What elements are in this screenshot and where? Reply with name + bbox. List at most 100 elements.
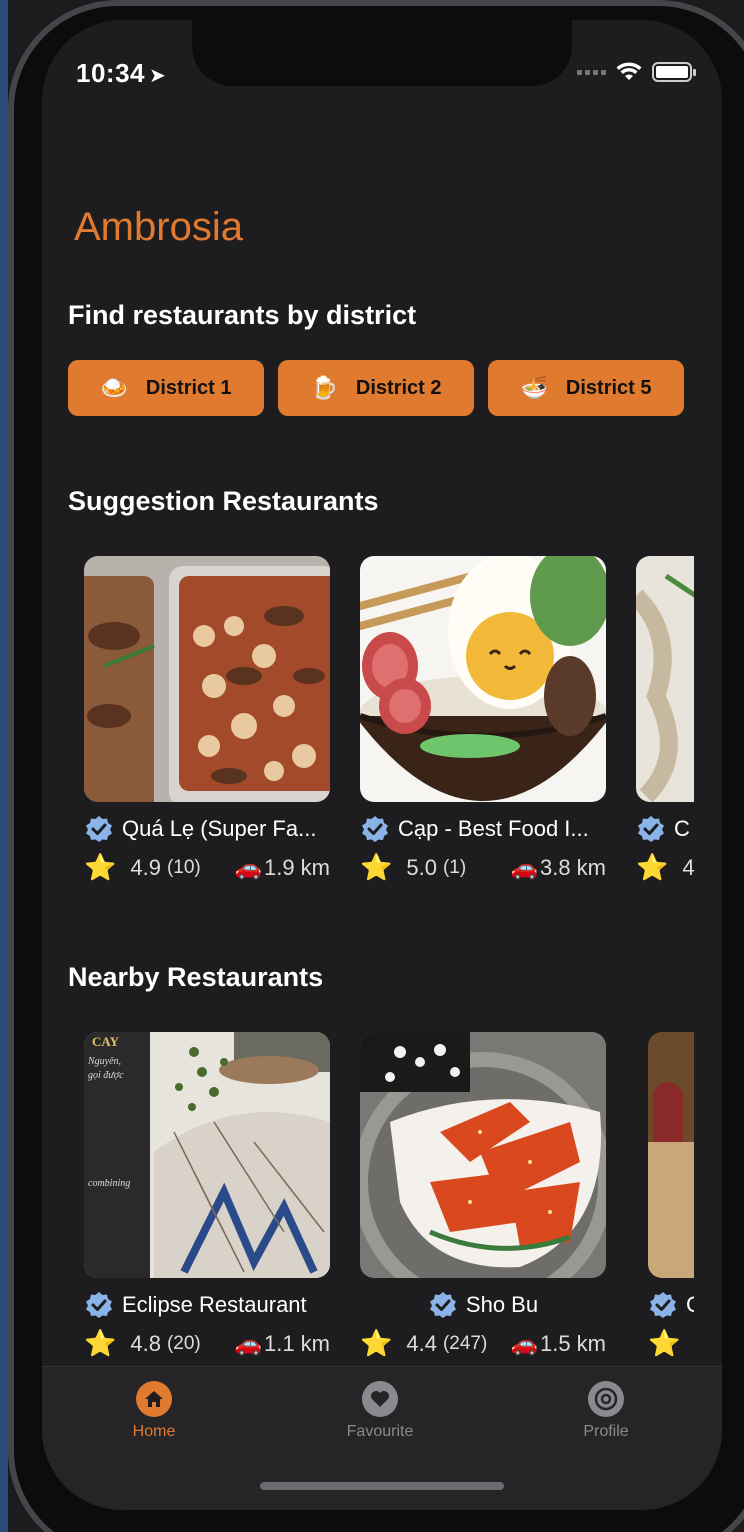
- status-time: 10:34 ➤: [76, 58, 167, 88]
- distance-value: 1.1 km: [263, 1330, 330, 1356]
- restaurant-name-row: Sho Bu: [360, 1290, 606, 1320]
- restaurant-photo: [360, 556, 606, 802]
- tab-label: Home: [132, 1423, 176, 1440]
- suggestion-carousel[interactable]: Quá Lẹ (Super Fa... ⭐ 4.9 (10) 🚗 1.9 km: [84, 556, 694, 901]
- suggestion-section-title: Suggestion Restaurants: [68, 486, 379, 516]
- restaurant-meta: ⭐ 5.0 (1) 🚗 3.8 km: [360, 852, 606, 883]
- district-label: District 5: [565, 376, 652, 399]
- distance: 🚗 3.8 km: [511, 855, 606, 881]
- car-icon: 🚗: [510, 854, 538, 880]
- curry-icon: 🍛: [100, 375, 128, 400]
- rating-value: 5.0: [406, 854, 437, 880]
- review-count: (1): [442, 856, 467, 878]
- star-icon: ⭐: [84, 852, 117, 882]
- review-count: (10): [166, 856, 201, 878]
- restaurant-photo: CAY Nguyên, gọi được combining: [84, 1032, 330, 1278]
- tab-label: Profile: [583, 1423, 629, 1440]
- restaurant-photo: [636, 556, 694, 802]
- restaurant-meta: ⭐ 4.8 (20) 🚗 1.1 km: [84, 1328, 330, 1359]
- cellular-signal-icon: [577, 69, 606, 75]
- distance: 🚗 1.9 km: [235, 855, 330, 881]
- restaurant-meta: ⭐ 4.9 (10) 🚗 1.9 km: [84, 852, 330, 883]
- distance: 🚗 1.1 km: [235, 1331, 330, 1357]
- verified-badge-icon: [429, 1292, 456, 1318]
- review-count: (20): [166, 1332, 201, 1354]
- restaurant-card[interactable]: CAY Nguyên, gọi được combining Eclipse R…: [84, 1032, 330, 1359]
- district-section-title: Find restaurants by district: [68, 300, 417, 330]
- restaurant-photo: [84, 556, 330, 802]
- distance-value: 3.8 km: [539, 854, 606, 880]
- app-screen: 10:34 ➤ Ambrosia Find restaurants by dist…: [42, 20, 722, 1510]
- wifi-icon: [616, 62, 642, 80]
- restaurant-card[interactable]: Quá Lẹ (Super Fa... ⭐ 4.9 (10) 🚗 1.9 km: [84, 556, 330, 883]
- star-icon: ⭐: [636, 852, 669, 882]
- restaurant-card[interactable]: Cạp - Best Food I... ⭐ 5.0 (1) 🚗 3.8 km: [360, 556, 606, 883]
- district-1-button[interactable]: 🍛 District 1: [68, 360, 264, 416]
- car-icon: 🚗: [234, 854, 262, 880]
- home-indicator: [260, 1482, 504, 1490]
- restaurant-meta: ⭐: [648, 1328, 694, 1359]
- photo-text: combining: [88, 1178, 130, 1189]
- restaurant-card[interactable]: C ⭐: [648, 1032, 694, 1359]
- restaurant-card[interactable]: C ⭐ 4: [636, 556, 694, 883]
- tab-favourite[interactable]: Favourite: [320, 1381, 440, 1441]
- star-icon: ⭐: [84, 1328, 117, 1358]
- verified-badge-icon: [638, 816, 664, 842]
- verified-badge-icon: [362, 816, 388, 842]
- tab-home[interactable]: Home: [94, 1381, 214, 1441]
- star-icon: ⭐: [360, 852, 393, 882]
- app-title: Ambrosia: [74, 205, 243, 249]
- car-icon: 🚗: [234, 1330, 262, 1356]
- verified-badge-icon: [650, 1292, 676, 1318]
- noodle-bowl-icon: 🍜: [520, 375, 548, 400]
- restaurant-name-row: C: [636, 814, 694, 844]
- beer-icon: 🍺: [310, 375, 338, 400]
- restaurant-name-row: Cạp - Best Food I...: [360, 814, 606, 844]
- photo-text: Nguyên,: [87, 1056, 121, 1067]
- rating-value: 4.9: [130, 854, 161, 880]
- rating-value: 4.8: [130, 1330, 161, 1356]
- district-buttons: 🍛 District 1 🍺 District 2 🍜 District 5: [68, 360, 684, 416]
- settings-icon: [588, 1381, 624, 1417]
- car-icon: 🚗: [510, 1330, 538, 1356]
- restaurant-name-row: Quá Lẹ (Super Fa...: [84, 814, 330, 844]
- distance-value: 1.9 km: [263, 854, 330, 880]
- home-icon: [136, 1381, 172, 1417]
- tab-profile[interactable]: Profile: [546, 1381, 666, 1441]
- battery-icon: [652, 62, 696, 82]
- restaurant-photo: [648, 1032, 694, 1278]
- verified-badge-icon: [86, 816, 112, 842]
- star-icon: ⭐: [360, 1328, 393, 1358]
- photo-text: CAY: [92, 1034, 120, 1049]
- heart-icon: [362, 1381, 398, 1417]
- location-arrow-icon: ➤: [149, 65, 167, 87]
- star-icon: ⭐: [648, 1328, 681, 1358]
- district-5-button[interactable]: 🍜 District 5: [488, 360, 684, 416]
- review-count: (247): [442, 1332, 488, 1354]
- distance: 🚗 1.5 km: [511, 1331, 606, 1357]
- restaurant-meta: ⭐ 4: [636, 852, 694, 883]
- rating-value: 4: [682, 854, 694, 880]
- tab-label: Favourite: [346, 1423, 414, 1440]
- nearby-carousel[interactable]: CAY Nguyên, gọi được combining Eclipse R…: [84, 1032, 694, 1377]
- restaurant-card[interactable]: Sho Bu ⭐ 4.4 (247) 🚗 1.5 km: [360, 1032, 606, 1359]
- restaurant-name-row: C: [648, 1290, 694, 1320]
- status-indicators: [577, 62, 696, 82]
- notch: [192, 20, 572, 86]
- nearby-section-title: Nearby Restaurants: [68, 962, 324, 992]
- restaurant-name: Quá Lẹ (Super Fa...: [122, 816, 317, 841]
- distance-value: 1.5 km: [539, 1330, 606, 1356]
- verified-badge-icon: [86, 1292, 112, 1318]
- district-2-button[interactable]: 🍺 District 2: [278, 360, 474, 416]
- district-label: District 2: [355, 376, 442, 399]
- restaurant-name: Cạp - Best Food I...: [398, 816, 589, 841]
- district-label: District 1: [145, 376, 232, 399]
- restaurant-name: C: [674, 816, 690, 841]
- restaurant-meta: ⭐ 4.4 (247) 🚗 1.5 km: [360, 1328, 606, 1359]
- restaurant-photo: [360, 1032, 606, 1278]
- photo-text: gọi được: [88, 1070, 124, 1081]
- restaurant-name: Sho Bu: [465, 1292, 539, 1317]
- rating-value: 4.4: [406, 1330, 437, 1356]
- restaurant-name: Eclipse Restaurant: [122, 1292, 307, 1317]
- restaurant-name-row: Eclipse Restaurant: [84, 1290, 330, 1320]
